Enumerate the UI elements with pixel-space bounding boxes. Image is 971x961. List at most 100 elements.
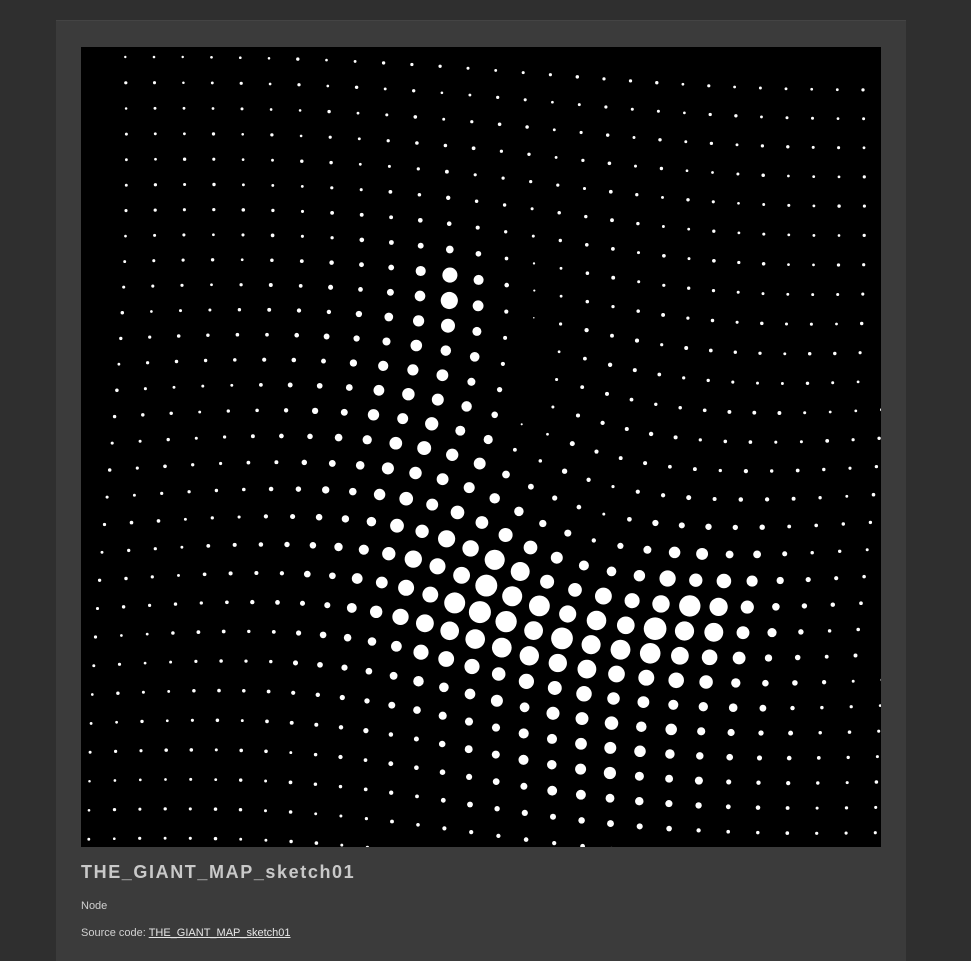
halftone-dot bbox=[418, 193, 422, 197]
halftone-dot bbox=[875, 780, 879, 784]
halftone-dot bbox=[757, 755, 762, 760]
halftone-dot bbox=[547, 760, 556, 769]
halftone-dot bbox=[365, 817, 368, 820]
halftone-dot bbox=[552, 841, 556, 845]
halftone-dot bbox=[413, 676, 424, 687]
halftone-dot bbox=[181, 56, 183, 58]
halftone-dot bbox=[164, 807, 167, 810]
source-code-link[interactable]: THE_GIANT_MAP_sketch01 bbox=[149, 927, 291, 939]
halftone-dot bbox=[560, 295, 563, 298]
halftone-dot bbox=[340, 695, 345, 700]
halftone-dot bbox=[640, 643, 661, 664]
halftone-dot bbox=[724, 440, 728, 444]
halftone-dot bbox=[183, 132, 186, 135]
sketch-canvas[interactable] bbox=[81, 47, 881, 847]
halftone-dot bbox=[838, 550, 841, 553]
halftone-dot bbox=[439, 741, 446, 748]
halftone-dot bbox=[114, 779, 117, 782]
halftone-dot bbox=[869, 521, 872, 524]
halftone-dot bbox=[712, 200, 715, 203]
halftone-dot bbox=[531, 207, 534, 210]
halftone-dot bbox=[511, 562, 530, 581]
halftone-dot bbox=[296, 486, 301, 491]
halftone-dot bbox=[741, 601, 754, 614]
halftone-dot bbox=[610, 218, 614, 222]
halftone-dot bbox=[709, 349, 713, 353]
halftone-dot bbox=[238, 308, 241, 311]
halftone-dot bbox=[838, 176, 841, 179]
halftone-dot bbox=[788, 731, 793, 736]
halftone-dot bbox=[113, 837, 116, 840]
halftone-dot bbox=[845, 832, 848, 835]
halftone-dot bbox=[183, 107, 186, 110]
halftone-dot bbox=[816, 807, 819, 810]
halftone-dot bbox=[845, 806, 848, 809]
halftone-dot bbox=[166, 719, 169, 722]
halftone-dot bbox=[407, 364, 418, 375]
source-code-label: Source code: bbox=[81, 927, 146, 939]
halftone-dot bbox=[94, 635, 97, 638]
halftone-dot bbox=[225, 600, 229, 604]
halftone-dot bbox=[194, 660, 197, 663]
halftone-dot bbox=[216, 719, 220, 723]
halftone-dot bbox=[247, 461, 251, 465]
halftone-dot bbox=[439, 682, 449, 692]
halftone-dot bbox=[857, 381, 860, 384]
halftone-dot bbox=[300, 601, 305, 606]
halftone-dot bbox=[822, 468, 825, 471]
halftone-dot bbox=[328, 285, 333, 290]
halftone-dot bbox=[167, 438, 170, 441]
halftone-dot bbox=[520, 783, 527, 790]
halftone-dot bbox=[241, 233, 244, 236]
halftone-dot bbox=[200, 601, 203, 604]
halftone-dot bbox=[654, 403, 657, 406]
halftone-dot bbox=[747, 576, 758, 587]
halftone-dot bbox=[410, 63, 413, 66]
halftone-dot bbox=[88, 780, 91, 783]
halftone-dot bbox=[219, 462, 222, 465]
halftone-dot bbox=[125, 184, 128, 187]
halftone-dot bbox=[355, 86, 358, 89]
halftone-dot bbox=[138, 808, 141, 811]
halftone-dot bbox=[240, 82, 243, 85]
halftone-dot bbox=[496, 96, 499, 99]
halftone-dot bbox=[151, 285, 154, 288]
halftone-dot bbox=[98, 579, 101, 582]
halftone-dot bbox=[854, 654, 858, 658]
halftone-dot bbox=[356, 461, 365, 470]
halftone-dot bbox=[222, 630, 226, 634]
halftone-dot bbox=[388, 702, 395, 709]
halftone-dot bbox=[300, 159, 303, 162]
halftone-dot bbox=[504, 283, 509, 288]
halftone-dot bbox=[233, 358, 237, 362]
halftone-dot bbox=[241, 258, 244, 261]
halftone-dot bbox=[657, 110, 660, 113]
halftone-dot bbox=[822, 680, 826, 684]
halftone-dot bbox=[376, 577, 388, 589]
halftone-dot bbox=[163, 464, 167, 468]
halftone-dot bbox=[825, 439, 829, 443]
halftone-dot bbox=[810, 88, 813, 91]
halftone-dot bbox=[834, 576, 838, 580]
halftone-dot bbox=[520, 646, 539, 665]
halftone-dot bbox=[608, 162, 612, 166]
halftone-dot bbox=[607, 692, 620, 705]
halftone-dot bbox=[324, 602, 330, 608]
halftone-dot bbox=[695, 802, 701, 808]
halftone-dot bbox=[637, 280, 640, 283]
halftone-dot bbox=[284, 542, 289, 547]
halftone-dot bbox=[310, 542, 317, 549]
halftone-dot bbox=[119, 337, 122, 340]
halftone-dot bbox=[239, 283, 242, 286]
halftone-dot bbox=[382, 547, 395, 560]
halftone-dot bbox=[688, 257, 691, 260]
halftone-dot bbox=[416, 823, 420, 827]
halftone-dot bbox=[353, 335, 359, 341]
halftone-dot bbox=[398, 580, 414, 596]
halftone-dot bbox=[514, 507, 523, 516]
halftone-dot bbox=[863, 175, 866, 178]
halftone-dot bbox=[787, 525, 791, 529]
halftone-dot bbox=[466, 67, 469, 70]
halftone-dot bbox=[255, 409, 259, 413]
halftone-dot bbox=[758, 730, 763, 735]
